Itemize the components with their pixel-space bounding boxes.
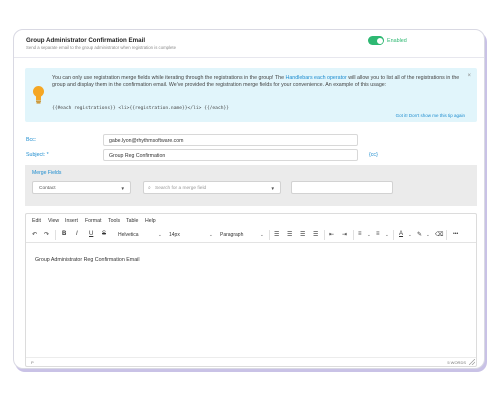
confirmation-email-card: Group Administrator Confirmation Email S… (13, 29, 485, 369)
undo-icon[interactable]: ↶ (32, 231, 37, 238)
editor-toolbar: ↶ ↷ B I U S Helvetica ⌄ 14px ⌄ Paragraph… (26, 228, 476, 243)
menu-insert[interactable]: Insert (65, 218, 78, 224)
chevron-down-icon: ▼ (120, 185, 125, 191)
rich-text-editor: Edit View Insert Format Tools Table Help… (25, 213, 477, 367)
tip-text: You can only use registration merge fiel… (52, 75, 467, 89)
align-left-icon[interactable]: ☰ (274, 231, 279, 238)
enabled-toggle[interactable] (368, 36, 384, 45)
merge-field-search[interactable]: ⌕ Search for a merge field ▼ (143, 181, 281, 194)
menu-table[interactable]: Table (126, 218, 138, 224)
merge-fields-label: Merge Fields (32, 170, 62, 176)
numbered-list-icon[interactable]: ≡ (358, 231, 362, 237)
text-color-icon[interactable]: A (399, 231, 403, 237)
toolbar-divider (55, 230, 56, 240)
handlebars-link[interactable]: Handlebars each operator (286, 75, 347, 81)
chevron-down-icon: ⌄ (426, 232, 430, 237)
bcc-field[interactable]: gabe.lyon@rhythmsoftware.com (103, 134, 358, 146)
chevron-down-icon: ▼ (270, 185, 275, 191)
merge-search-placeholder: Search for a merge field (155, 185, 207, 191)
clear-format-icon[interactable]: ⌫ (435, 231, 443, 238)
menu-edit[interactable]: Edit (32, 218, 41, 224)
menu-tools[interactable]: Tools (108, 218, 120, 224)
merge-fields-panel: Merge Fields Contact ▼ ⌕ Search for a me… (25, 165, 477, 206)
underline-button[interactable]: U (89, 231, 93, 237)
toggle-label: Enabled (387, 38, 407, 44)
italic-button[interactable]: I (76, 231, 78, 237)
toolbar-divider (353, 230, 354, 240)
merge-category-value: Contact (39, 185, 56, 191)
align-right-icon[interactable]: ☰ (300, 231, 305, 238)
header-divider (14, 57, 484, 58)
merge-field-output[interactable] (291, 181, 393, 194)
highlight-icon[interactable]: ✎ (417, 231, 422, 238)
close-icon[interactable]: × (467, 73, 471, 79)
toolbar-divider (269, 230, 270, 240)
more-options-button[interactable]: ••• (453, 231, 458, 237)
chevron-down-icon: ⌄ (385, 232, 389, 237)
redo-icon[interactable]: ↷ (44, 231, 49, 238)
resize-handle-icon[interactable] (469, 359, 475, 365)
toolbar-divider (393, 230, 394, 240)
editor-content[interactable]: Group Administrator Reg Confirmation Ema… (35, 257, 140, 263)
chevron-down-icon: ⌄ (260, 232, 264, 237)
lightbulb-icon (33, 86, 44, 104)
editor-menubar: Edit View Insert Format Tools Table Help (26, 214, 476, 227)
dismiss-tip-link[interactable]: Got it! Don't show me this tip again (396, 113, 465, 118)
tip-banner: You can only use registration merge fiel… (25, 68, 477, 122)
subject-label: Subject: * (26, 152, 49, 158)
bold-button[interactable]: B (62, 231, 66, 237)
search-icon: ⌕ (148, 185, 151, 191)
strikethrough-button[interactable]: S (102, 231, 106, 237)
font-size-select[interactable]: 14px (169, 232, 180, 238)
bullet-list-icon[interactable]: ≡ (376, 231, 380, 237)
indent-icon[interactable]: ⇥ (342, 231, 347, 238)
cc-link[interactable]: {cc} (369, 152, 378, 158)
menu-format[interactable]: Format (85, 218, 101, 224)
block-format-select[interactable]: Paragraph (220, 232, 243, 238)
element-path: P (31, 360, 34, 365)
subject-field[interactable]: Group Reg Confirmation (103, 149, 358, 161)
section-subtitle: Send a separate email to the group admin… (26, 45, 176, 50)
menu-view[interactable]: View (48, 218, 59, 224)
chevron-down-icon: ⌄ (209, 232, 213, 237)
align-center-icon[interactable]: ☰ (287, 231, 292, 238)
toolbar-divider (446, 230, 447, 240)
align-justify-icon[interactable]: ☰ (313, 231, 318, 238)
section-title: Group Administrator Confirmation Email (26, 37, 146, 44)
chevron-down-icon: ⌄ (408, 232, 412, 237)
menu-help[interactable]: Help (145, 218, 156, 224)
toolbar-divider (324, 230, 325, 240)
tip-code-example: {{#each registrations}} <li>{{registrati… (52, 106, 230, 111)
tip-text-before: You can only use registration merge fiel… (52, 75, 286, 81)
bcc-label: Bcc: (26, 137, 37, 143)
font-family-select[interactable]: Helvetica (118, 232, 139, 238)
editor-statusbar: P 5 WORDS (26, 357, 476, 366)
outdent-icon[interactable]: ⇤ (329, 231, 334, 238)
chevron-down-icon: ⌄ (367, 232, 371, 237)
merge-category-select[interactable]: Contact ▼ (32, 181, 131, 194)
word-count: 5 WORDS (447, 360, 466, 365)
chevron-down-icon: ⌄ (158, 232, 162, 237)
toggle-knob (376, 37, 383, 44)
